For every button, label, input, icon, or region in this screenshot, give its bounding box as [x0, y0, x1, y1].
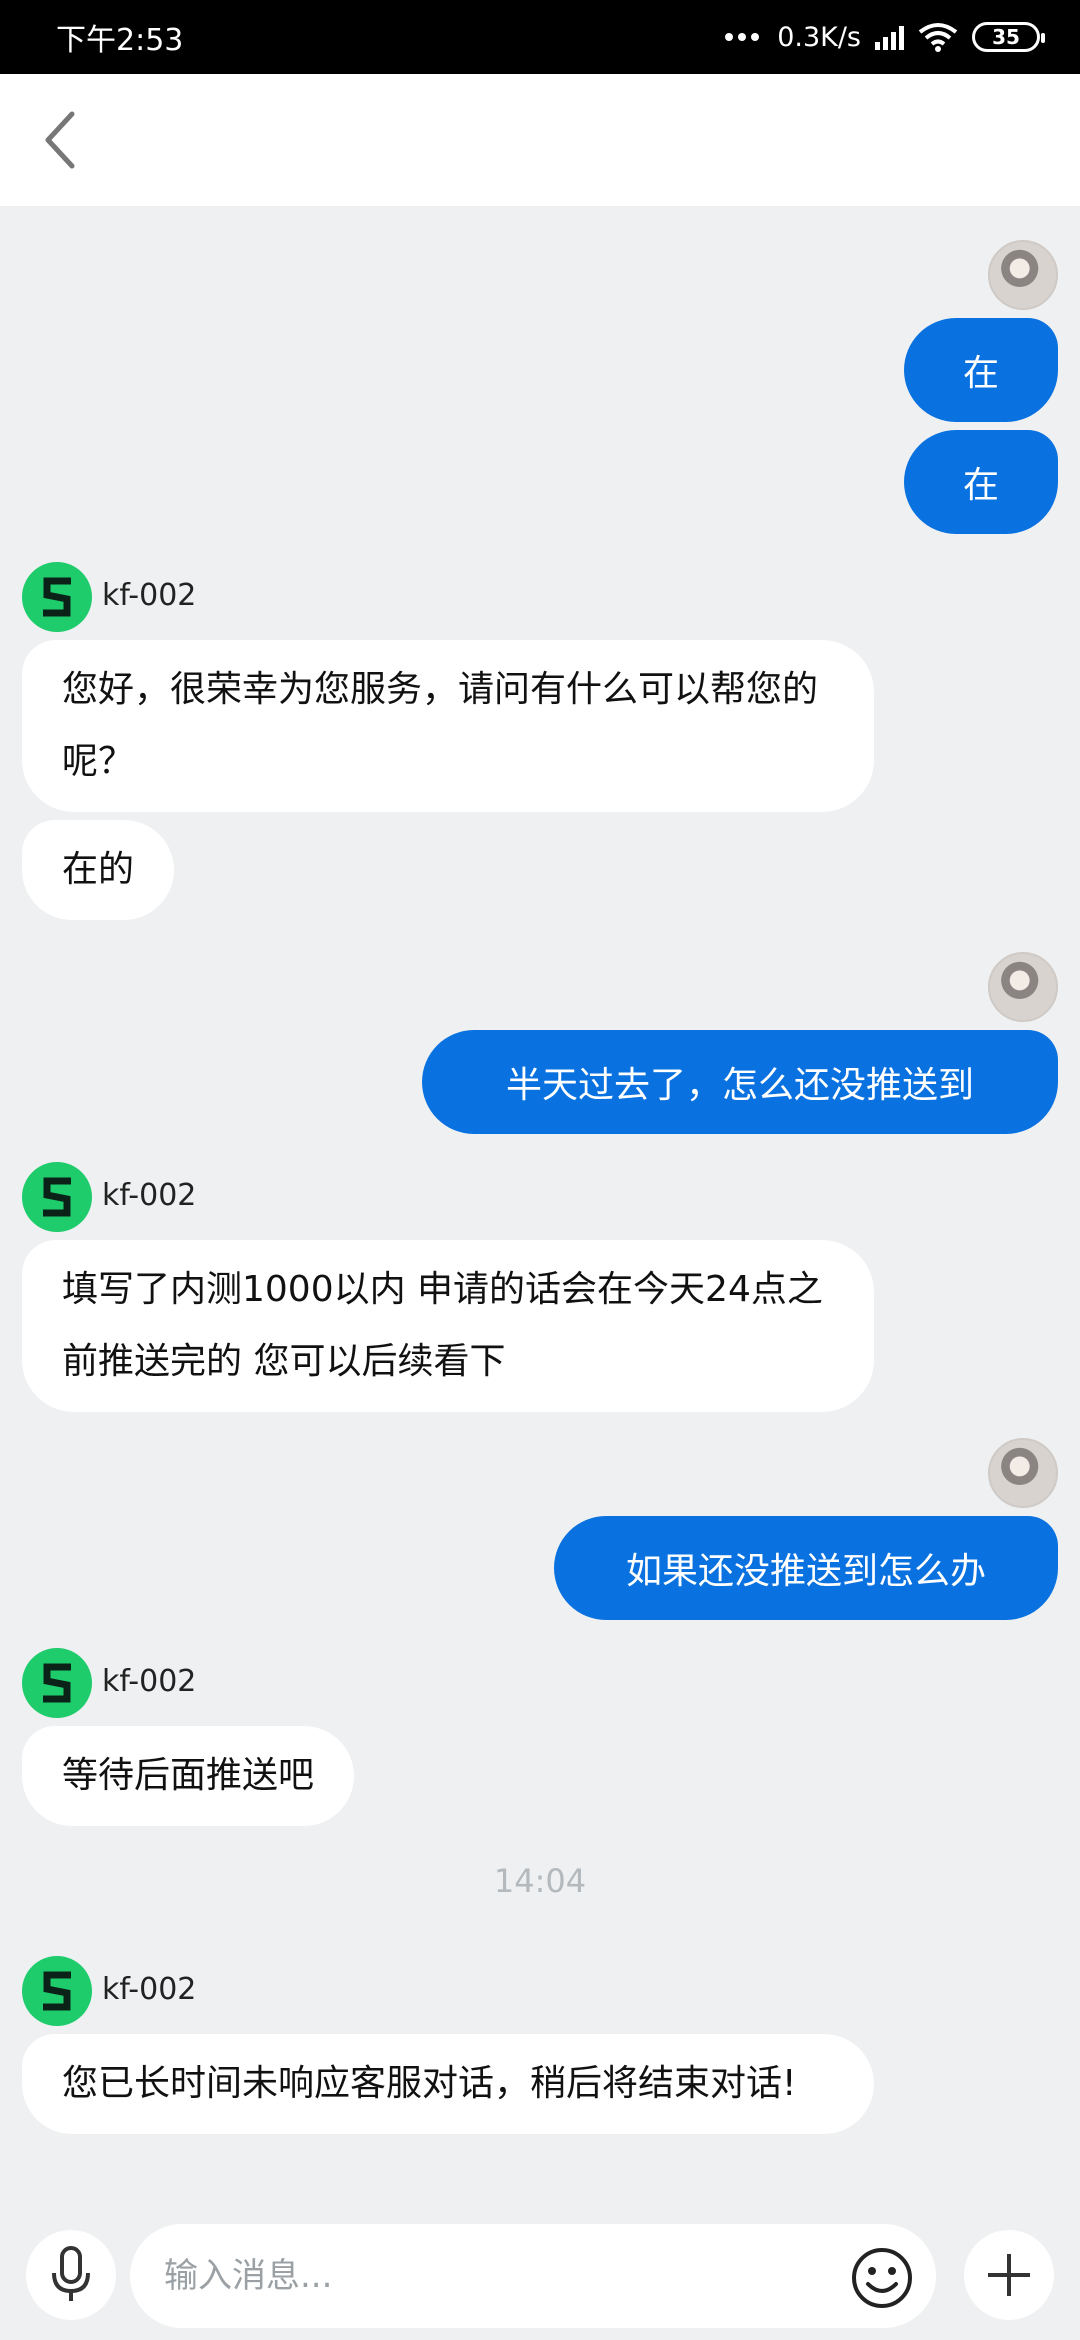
message-outgoing[interactable]: 在	[904, 318, 1058, 422]
plus-icon	[988, 2254, 1030, 2296]
input-bar	[0, 2216, 1080, 2340]
agent-avatar[interactable]	[22, 562, 92, 632]
chat-area[interactable]: 在 在 kf-002 您好，很荣幸为您服务，请问有什么可以帮您的呢？ 在的 半天…	[0, 206, 1080, 2216]
status-indicators: 0.3K/s 35	[725, 21, 1045, 53]
agent-logo-icon	[43, 1177, 71, 1217]
message-timestamp: 14:04	[493, 1862, 587, 1900]
user-avatar[interactable]	[988, 240, 1058, 310]
user-avatar[interactable]	[988, 952, 1058, 1022]
agent-avatar[interactable]	[22, 1648, 92, 1718]
message-outgoing[interactable]: 如果还没推送到怎么办	[554, 1516, 1058, 1620]
agent-logo-icon	[43, 1663, 71, 1703]
microphone-icon	[52, 2246, 90, 2301]
signal-icon	[875, 24, 904, 50]
more-options-button[interactable]	[964, 2230, 1054, 2320]
agent-avatar[interactable]	[22, 1956, 92, 2026]
voice-button[interactable]	[26, 2230, 116, 2320]
message-input[interactable]	[130, 2224, 936, 2328]
header-bar	[0, 74, 1080, 206]
back-button[interactable]	[24, 102, 96, 178]
battery-level: 35	[992, 25, 1020, 49]
battery-icon: 35	[972, 22, 1045, 52]
agent-name: kf-002	[102, 1972, 197, 2007]
agent-logo-icon	[43, 1971, 71, 2011]
message-outgoing[interactable]: 半天过去了，怎么还没推送到	[422, 1030, 1058, 1134]
status-time: 下午2:53	[56, 23, 184, 58]
message-incoming[interactable]: 填写了内测1000以内 申请的话会在今天24点之前推送完的 您可以后续看下	[22, 1240, 874, 1412]
network-speed: 0.3K/s	[777, 21, 861, 53]
agent-name: kf-002	[102, 578, 197, 613]
agent-name: kf-002	[102, 1178, 197, 1213]
message-incoming[interactable]: 您好，很荣幸为您服务，请问有什么可以帮您的呢？	[22, 640, 874, 812]
chevron-left-icon	[45, 111, 75, 169]
message-outgoing[interactable]: 在	[904, 430, 1058, 534]
smiley-icon[interactable]	[850, 2246, 914, 2310]
message-incoming[interactable]: 在的	[22, 820, 175, 920]
agent-name: kf-002	[102, 1664, 197, 1699]
more-dots-icon	[725, 33, 760, 41]
message-incoming[interactable]: 等待后面推送吧	[22, 1726, 355, 1826]
agent-logo-icon	[43, 577, 71, 617]
user-avatar[interactable]	[988, 1438, 1058, 1508]
wifi-icon	[918, 23, 958, 52]
status-bar: 下午2:53 0.3K/s 35	[0, 0, 1080, 74]
message-incoming[interactable]: 您已长时间未响应客服对话，稍后将结束对话!	[22, 2034, 874, 2134]
agent-avatar[interactable]	[22, 1162, 92, 1232]
